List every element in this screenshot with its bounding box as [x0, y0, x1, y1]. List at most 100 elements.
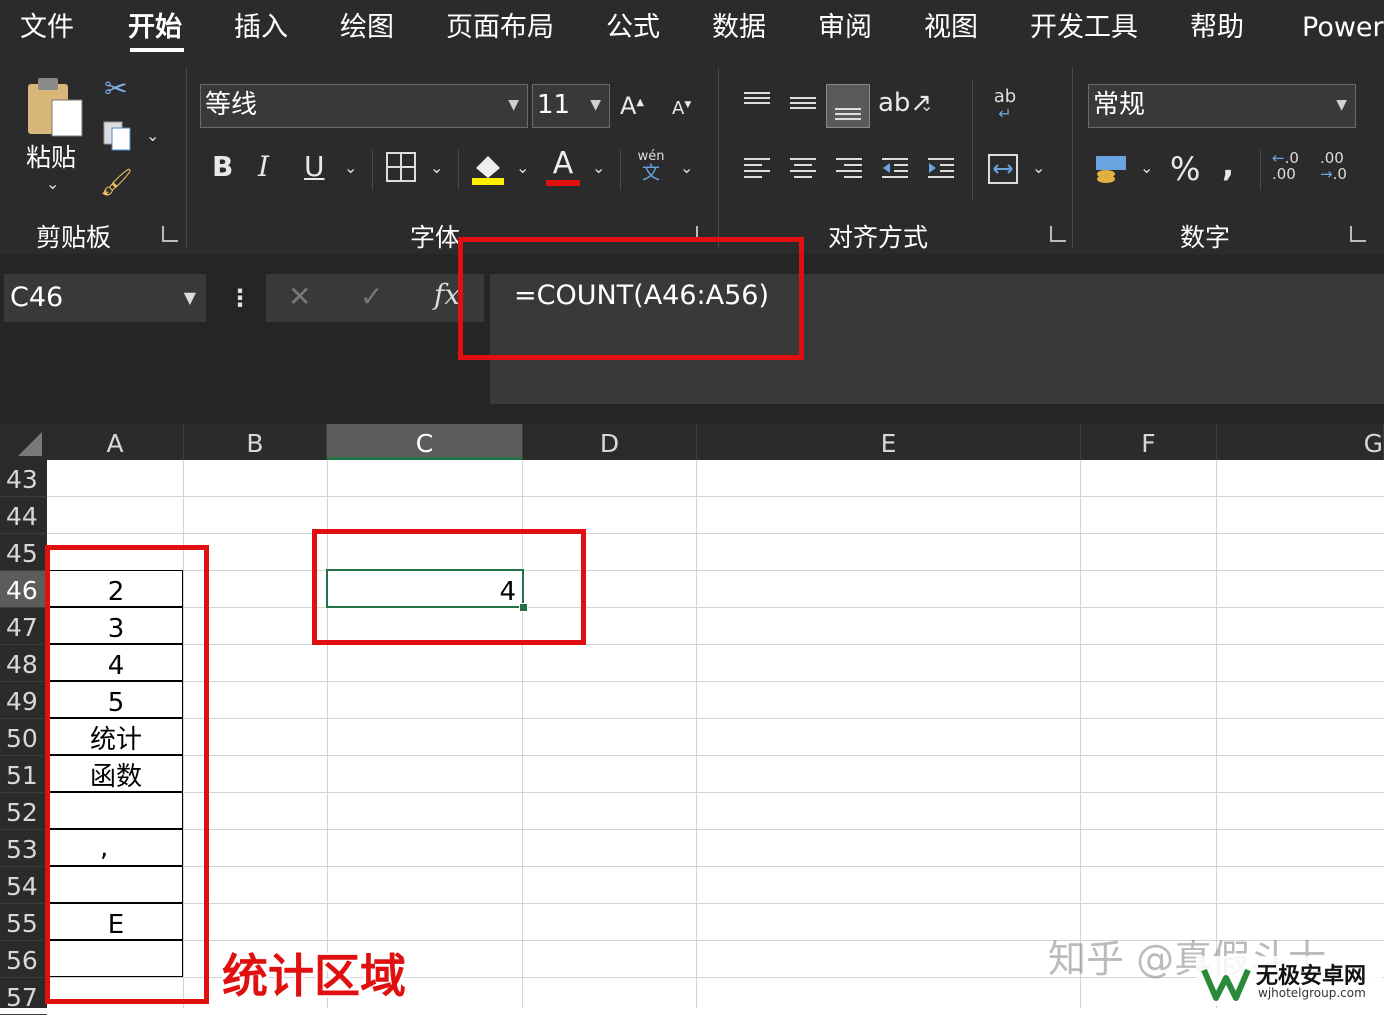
chevron-down-icon[interactable]: ⌄: [1032, 158, 1045, 177]
column-header[interactable]: B: [184, 424, 327, 460]
name-box[interactable]: C46 ▼: [4, 274, 206, 322]
align-bottom-icon[interactable]: [826, 84, 870, 128]
decrease-font-icon[interactable]: A▼: [672, 98, 691, 119]
increase-font-icon[interactable]: A▲: [620, 92, 644, 120]
column-header[interactable]: F: [1081, 424, 1217, 460]
increase-decimal-icon[interactable]: ←.0.00: [1272, 150, 1299, 182]
chevron-down-icon[interactable]: ⌄: [344, 158, 357, 177]
align-center-icon[interactable]: [788, 156, 818, 186]
group-label-alignment: 对齐方式: [828, 223, 929, 252]
row-header[interactable]: 49: [0, 682, 47, 719]
border-icon[interactable]: [386, 152, 416, 186]
tab-data[interactable]: 数据: [712, 10, 766, 46]
font-color-icon[interactable]: A: [546, 148, 580, 186]
group-label-font: 字体: [410, 223, 461, 252]
bold-icon[interactable]: B: [212, 150, 233, 183]
annotation-label: 统计区域: [222, 949, 406, 1003]
row-header[interactable]: 52: [0, 793, 47, 830]
comma-style-icon[interactable]: ,: [1222, 146, 1234, 184]
font-size-value: 11: [537, 90, 571, 120]
italic-icon[interactable]: I: [258, 150, 269, 183]
accounting-format-icon[interactable]: [1094, 152, 1130, 190]
result-highlight-box: [312, 529, 586, 645]
active-tab-indicator: [130, 48, 184, 52]
chevron-down-icon[interactable]: ⌄: [920, 96, 933, 115]
tab-help[interactable]: 帮助: [1190, 10, 1244, 46]
chevron-down-icon[interactable]: ⌄: [1140, 158, 1153, 177]
fill-color-icon[interactable]: [470, 150, 506, 190]
formula-highlight-box: [458, 237, 804, 360]
wrap-text-icon[interactable]: ab ↵: [990, 88, 1020, 122]
column-header[interactable]: G: [1217, 424, 1384, 460]
tab-power[interactable]: Power: [1302, 10, 1384, 46]
font-name-combo[interactable]: 等线 ▼: [200, 84, 528, 128]
range-highlight-box: [45, 545, 209, 1004]
row-header[interactable]: 57: [0, 978, 47, 1015]
column-header-selected[interactable]: C: [327, 424, 523, 460]
ribbon-tab-bar: 文件 开始 插入 绘图 页面布局 公式 数据 审阅 视图 开发工具 帮助 Pow…: [0, 0, 1384, 58]
cut-icon[interactable]: ✂: [100, 72, 132, 105]
phonetic-guide-icon[interactable]: wén 文: [634, 150, 668, 184]
paste-label: 粘贴: [26, 143, 77, 172]
dialog-launcher-icon[interactable]: [1350, 226, 1366, 242]
name-box-value: C46: [10, 282, 64, 313]
check-icon[interactable]: ✓: [360, 280, 383, 313]
tab-view[interactable]: 视图: [924, 10, 978, 46]
group-separator: [186, 68, 187, 248]
dialog-launcher-icon[interactable]: [1050, 226, 1066, 242]
column-header-bar: A B C D E F G: [0, 424, 1384, 460]
chevron-down-icon: ▼: [183, 288, 196, 307]
chevron-down-icon[interactable]: ⌄: [430, 158, 443, 177]
decrease-indent-icon[interactable]: [880, 156, 910, 186]
insert-function-icon[interactable]: fx: [434, 278, 460, 311]
column-header[interactable]: D: [523, 424, 697, 460]
row-header[interactable]: 50: [0, 719, 47, 756]
column-header[interactable]: A: [47, 424, 184, 460]
cancel-icon[interactable]: ✕: [288, 280, 311, 313]
number-format-combo[interactable]: 常规 ▼: [1088, 84, 1356, 128]
row-header[interactable]: 47: [0, 608, 47, 645]
row-header[interactable]: 51: [0, 756, 47, 793]
tab-developer[interactable]: 开发工具: [1030, 10, 1138, 46]
align-top-icon[interactable]: [742, 90, 772, 118]
row-header-selected[interactable]: 46: [0, 571, 47, 608]
site-logo-badge: 无极安卓网 wjhotelgroup.com: [1196, 956, 1382, 1006]
paste-button[interactable]: 粘贴 ⌄: [22, 74, 88, 194]
tab-review[interactable]: 审阅: [818, 10, 872, 46]
align-right-icon[interactable]: [834, 156, 864, 186]
row-header[interactable]: 44: [0, 497, 47, 534]
tab-insert[interactable]: 插入: [234, 10, 288, 46]
percent-icon[interactable]: %: [1170, 150, 1200, 188]
column-header[interactable]: E: [697, 424, 1081, 460]
increase-indent-icon[interactable]: [926, 156, 956, 186]
align-middle-icon[interactable]: [788, 90, 818, 118]
dialog-launcher-icon[interactable]: [162, 226, 178, 242]
decrease-decimal-icon[interactable]: .00 →.0: [1320, 150, 1347, 182]
copy-dropdown-icon[interactable]: ⌄: [146, 126, 159, 145]
copy-icon[interactable]: [102, 120, 132, 156]
row-header[interactable]: 53: [0, 830, 47, 867]
tab-draw[interactable]: 绘图: [340, 10, 394, 46]
tab-formulas[interactable]: 公式: [606, 10, 660, 46]
tab-page-layout[interactable]: 页面布局: [446, 10, 554, 46]
chevron-down-icon[interactable]: ⌄: [516, 158, 529, 177]
format-painter-icon[interactable]: 🖌: [100, 168, 133, 198]
row-header[interactable]: 43: [0, 460, 47, 497]
group-label-number: 数字: [1180, 223, 1231, 252]
chevron-down-icon[interactable]: ⌄: [592, 158, 605, 177]
row-header-bar: 43 44 45 46 47 48 49 50 51 52 53 54 55 5…: [0, 460, 47, 1015]
row-header[interactable]: 56: [0, 941, 47, 978]
font-size-combo[interactable]: 11 ▼: [532, 84, 610, 128]
align-left-icon[interactable]: [742, 156, 772, 186]
merge-center-icon[interactable]: [988, 154, 1018, 188]
tab-home[interactable]: 开始: [128, 10, 182, 46]
row-header[interactable]: 48: [0, 645, 47, 682]
underline-icon[interactable]: U: [304, 150, 325, 183]
row-header[interactable]: 45: [0, 534, 47, 571]
more-options-icon[interactable]: ⋮: [228, 284, 252, 312]
chevron-down-icon[interactable]: ⌄: [680, 158, 693, 177]
row-header[interactable]: 54: [0, 867, 47, 904]
select-all-icon[interactable]: [14, 430, 44, 458]
tab-file[interactable]: 文件: [20, 10, 74, 46]
row-header[interactable]: 55: [0, 904, 47, 941]
